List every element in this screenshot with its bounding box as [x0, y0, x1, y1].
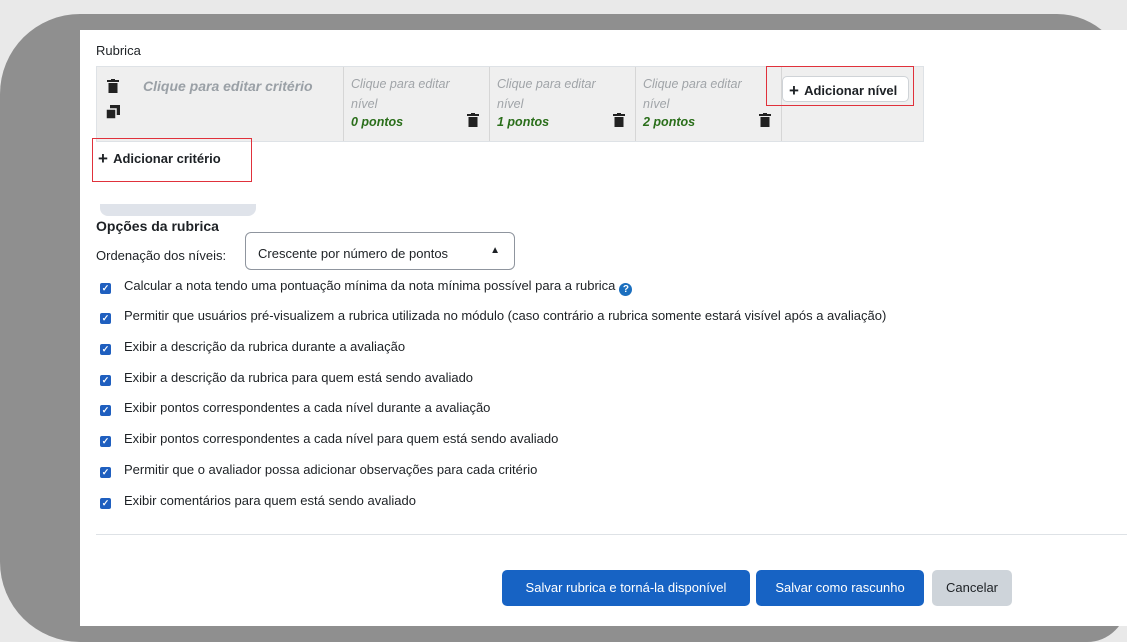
level-cell: Clique para editar nível 0 pontos	[343, 67, 489, 141]
checkbox-label: Permitir que o avaliador possa adicionar…	[124, 462, 538, 477]
checkbox[interactable]: ✓	[100, 436, 111, 447]
criterion-description[interactable]: Clique para editar critério	[143, 78, 313, 94]
checkbox-label: Exibir a descrição da rubrica durante a …	[124, 339, 406, 354]
checkbox-label: Permitir que usuários pré-visualizem a r…	[124, 308, 887, 323]
level-points[interactable]: 0 pontos	[351, 115, 403, 129]
level-description[interactable]: Clique para editar nível	[643, 74, 763, 114]
help-icon[interactable]: ?	[619, 283, 633, 296]
level-cell: Clique para editar nível 2 pontos	[635, 67, 781, 141]
plus-icon: +	[789, 81, 799, 100]
checkbox[interactable]: ✓	[100, 313, 111, 324]
add-criterion-label: Adicionar critério	[113, 151, 221, 166]
checkbox-row[interactable]: ✓ Exibir a descrição da rubrica para quem…	[100, 370, 473, 390]
checkbox-label: Exibir pontos correspondentes a cada nív…	[124, 400, 491, 415]
cancel-button[interactable]: Cancelar	[932, 570, 1012, 606]
checkbox-row[interactable]: ✓ Exibir pontos correspondentes a cada ní…	[100, 431, 558, 451]
checkbox-row[interactable]: ✓ Permitir que o avaliador possa adiciona…	[100, 462, 537, 482]
checkbox-row[interactable]: ✓ Exibir pontos correspondentes a cada ní…	[100, 400, 490, 420]
add-criterion-shadow	[100, 204, 256, 216]
add-level-label: Adicionar nível	[804, 83, 898, 98]
checkbox[interactable]: ✓	[100, 405, 111, 416]
sort-select[interactable]: Crescente por número de pontos ▲	[245, 232, 515, 270]
level-cell: Clique para editar nível 1 pontos	[489, 67, 635, 141]
checkbox-row[interactable]: ✓ Exibir a descrição da rubrica durante a…	[100, 339, 405, 359]
checkbox-label: Exibir pontos correspondentes a cada nív…	[124, 431, 559, 446]
criterion-cell: Clique para editar critério	[97, 67, 343, 141]
section-title: Rubrica	[96, 43, 141, 58]
level-points[interactable]: 2 pontos	[643, 115, 695, 129]
duplicate-icon[interactable]	[105, 105, 120, 123]
trash-icon[interactable]	[613, 113, 625, 130]
rubric-editor-panel: Rubrica Clique para editar critério Cliq…	[80, 30, 1127, 626]
checkbox[interactable]: ✓	[100, 375, 111, 386]
sort-value: Crescente por número de pontos	[258, 246, 449, 261]
sort-label: Ordenação dos níveis:	[96, 248, 227, 263]
trash-icon[interactable]	[467, 113, 479, 130]
options-title: Opções da rubrica	[96, 218, 219, 234]
checkbox-row[interactable]: ✓ Exibir comentários para quem está sendo…	[100, 493, 416, 513]
checkbox[interactable]: ✓	[100, 498, 111, 509]
trash-icon[interactable]	[759, 113, 771, 130]
footer-divider	[96, 534, 1127, 535]
level-description[interactable]: Clique para editar nível	[351, 74, 471, 114]
checkbox-row[interactable]: ✓ Permitir que usuários pré-visualizem a …	[100, 308, 886, 328]
checkbox-label: Exibir comentários para quem está sendo …	[124, 493, 416, 508]
add-level-button[interactable]: + Adicionar nível	[782, 76, 909, 102]
checkbox-row[interactable]: ✓ Calcular a nota tendo uma pontuação mín…	[100, 278, 633, 298]
sort-arrows-icon: ▲	[490, 245, 500, 256]
checkbox[interactable]: ✓	[100, 344, 111, 355]
checkbox[interactable]: ✓	[100, 467, 111, 478]
plus-icon: +	[98, 149, 108, 168]
level-description[interactable]: Clique para editar nível	[497, 74, 617, 114]
checkbox-label: Calcular a nota tendo uma pontuação míni…	[124, 278, 616, 293]
add-criterion-button[interactable]: + Adicionar critério	[98, 143, 250, 173]
trash-icon[interactable]	[107, 79, 119, 96]
save-draft-button[interactable]: Salvar como rascunho	[756, 570, 924, 606]
checkbox[interactable]: ✓	[100, 283, 111, 294]
save-available-button[interactable]: Salvar rubrica e torná-la disponível	[502, 570, 750, 606]
level-points[interactable]: 1 pontos	[497, 115, 549, 129]
checkbox-label: Exibir a descrição da rubrica para quem …	[124, 370, 474, 385]
